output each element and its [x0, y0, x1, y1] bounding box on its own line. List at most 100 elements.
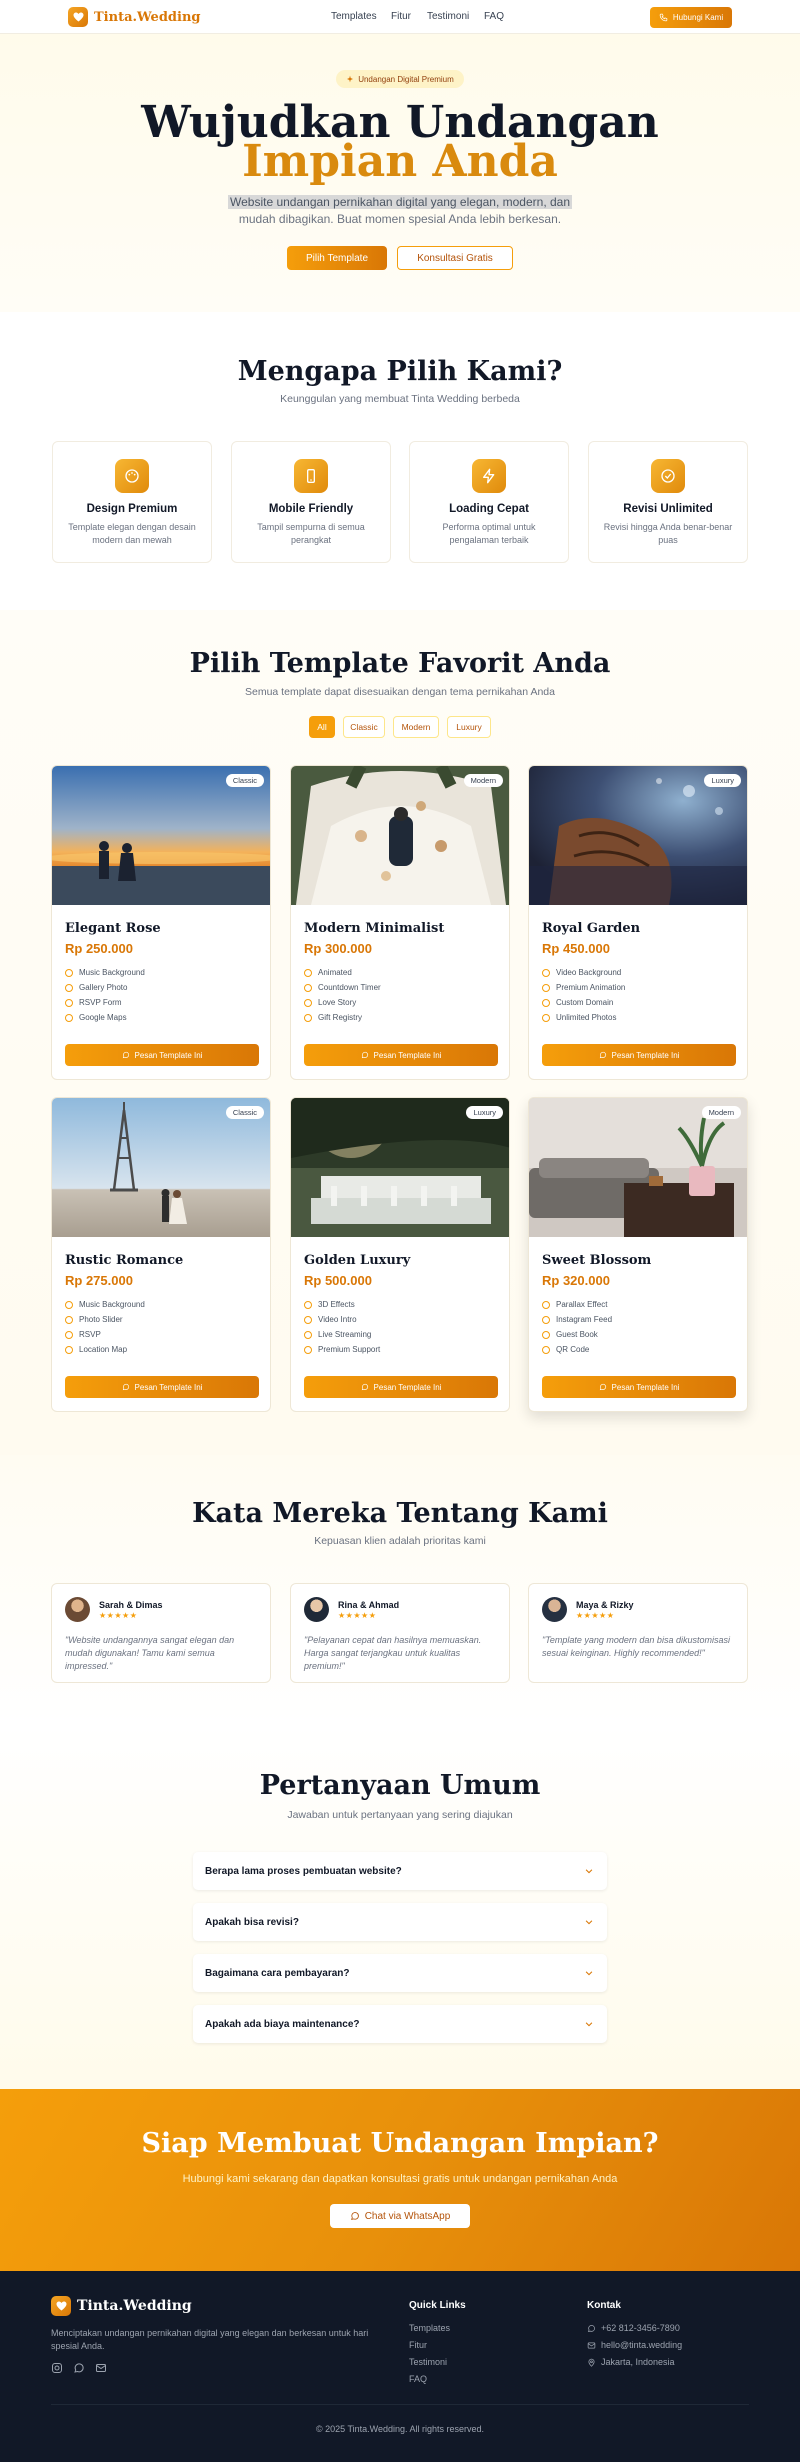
order-template-button[interactable]: Pesan Template Ini: [65, 1044, 259, 1066]
template-feature: RSVP: [65, 1327, 270, 1342]
check-icon: [65, 1300, 73, 1309]
check-icon: [542, 1300, 550, 1309]
instagram-icon[interactable]: [51, 2362, 63, 2374]
template-price: Rp 250.000: [65, 941, 133, 956]
check-icon: [542, 1330, 550, 1339]
footer-link-templates[interactable]: Templates: [409, 2323, 450, 2333]
heart-icon: [68, 7, 88, 27]
feature-desc: Performa optimal untuk pengalaman terbai…: [442, 522, 536, 545]
feature-title: Revisi Unlimited: [623, 503, 713, 515]
map-pin-icon: [588, 2358, 595, 2367]
star-rating-icon: ★★★★★: [99, 1611, 138, 1620]
order-template-button[interactable]: Pesan Template Ini: [542, 1376, 736, 1398]
chat-icon: [361, 1051, 368, 1059]
template-image: Classic: [52, 1098, 270, 1237]
order-template-button[interactable]: Pesan Template Ini: [542, 1044, 736, 1066]
template-card-sweet-blossom: Modern Sweet Blossom Rp 320.000 Parallax…: [528, 1097, 748, 1412]
footer-link-fitur[interactable]: Fitur: [409, 2340, 427, 2350]
filter-luxury[interactable]: Luxury: [447, 716, 491, 738]
check-icon: [304, 983, 312, 992]
template-image: Luxury: [529, 766, 747, 905]
free-consult-button[interactable]: Konsultasi Gratis: [397, 246, 513, 270]
check-icon: [65, 1013, 73, 1022]
order-template-button[interactable]: Pesan Template Ini: [304, 1044, 498, 1066]
contact-email[interactable]: hello@tinta.wedding: [587, 2340, 682, 2350]
template-name: Elegant Rose: [65, 921, 161, 936]
footer-link-testimoni[interactable]: Testimoni: [409, 2357, 447, 2367]
chevron-down-icon: [585, 1971, 593, 1976]
feature-title: Design Premium: [86, 503, 178, 515]
testimonial-card: Maya & Rizky ★★★★★ "Template yang modern…: [528, 1583, 748, 1683]
template-feature: Premium Support: [304, 1342, 509, 1357]
faq-item-1[interactable]: Berapa lama proses pembuatan website?: [193, 1852, 607, 1890]
palette-icon: [115, 459, 149, 493]
testimonial-card: Sarah & Dimas ★★★★★ "Website undangannya…: [51, 1583, 271, 1683]
check-icon: [304, 1315, 312, 1324]
template-image: Classic: [52, 766, 270, 905]
template-feature: Unlimited Photos: [542, 1010, 747, 1025]
check-icon: [304, 1300, 312, 1309]
faq-item-4[interactable]: Apakah ada biaya maintenance?: [193, 2005, 607, 2043]
template-price: Rp 320.000: [542, 1273, 610, 1288]
avatar: [542, 1597, 567, 1622]
feature-card-design: Design Premium Template elegan dengan de…: [52, 441, 212, 563]
template-card-golden-luxury: Luxury Golden Luxury Rp 500.000 3D Effec…: [290, 1097, 510, 1412]
contact-button[interactable]: Hubungi Kami: [650, 7, 732, 28]
mail-icon[interactable]: [95, 2362, 107, 2374]
hero-title-line2: Impian Anda: [242, 136, 558, 187]
footer-brand[interactable]: Tinta.Wedding: [51, 2296, 192, 2316]
check-icon: [304, 968, 312, 977]
check-icon: [542, 998, 550, 1007]
faq-item-2[interactable]: Apakah bisa revisi?: [193, 1903, 607, 1941]
social-links: [51, 2362, 107, 2374]
template-image: Modern: [291, 766, 509, 905]
check-circle-icon: [651, 459, 685, 493]
feature-card-loading: Loading Cepat Performa optimal untuk pen…: [409, 441, 569, 563]
testimonial-quote: "Pelayanan cepat dan hasilnya memuaskan.…: [304, 1635, 482, 1671]
whatsapp-button[interactable]: Chat via WhatsApp: [330, 2204, 470, 2228]
order-template-button[interactable]: Pesan Template Ini: [65, 1376, 259, 1398]
testimonial-name: Sarah & Dimas: [99, 1600, 163, 1610]
faq-item-3[interactable]: Bagaimana cara pembayaran?: [193, 1954, 607, 1992]
chat-icon: [122, 1383, 129, 1391]
filter-modern[interactable]: Modern: [393, 716, 439, 738]
chevron-down-icon: [585, 1869, 593, 1874]
nav-link-faq[interactable]: FAQ: [484, 11, 504, 22]
feature-card-revisi: Revisi Unlimited Revisi hingga Anda bena…: [588, 441, 748, 563]
whatsapp-icon[interactable]: [73, 2362, 85, 2374]
star-rating-icon: ★★★★★: [576, 1611, 615, 1620]
check-icon: [65, 1330, 73, 1339]
footer-link-faq[interactable]: FAQ: [409, 2374, 427, 2384]
nav-link-testimoni[interactable]: Testimoni: [427, 11, 469, 22]
feature-desc: Tampil sempurna di semua perangkat: [257, 522, 365, 545]
order-template-button[interactable]: Pesan Template Ini: [304, 1376, 498, 1398]
chevron-down-icon: [585, 2022, 593, 2027]
check-icon: [304, 1330, 312, 1339]
hero-badge: Undangan Digital Premium: [336, 70, 464, 88]
filter-all[interactable]: All: [309, 716, 335, 738]
check-icon: [542, 1315, 550, 1324]
sparkle-icon: [347, 75, 354, 83]
template-price: Rp 450.000: [542, 941, 610, 956]
brand-logo[interactable]: Tinta.Wedding: [68, 7, 201, 27]
filter-classic[interactable]: Classic: [343, 716, 385, 738]
whatsapp-button-label: Chat via WhatsApp: [364, 2210, 451, 2222]
template-feature: Custom Domain: [542, 995, 747, 1010]
template-feature: Instagram Feed: [542, 1312, 747, 1327]
template-feature: Guest Book: [542, 1327, 747, 1342]
features-title: Mengapa Pilih Kami?: [237, 356, 563, 387]
check-icon: [65, 1345, 73, 1354]
chat-icon: [350, 2212, 359, 2220]
nav-link-templates[interactable]: Templates: [331, 11, 377, 22]
check-icon: [542, 983, 550, 992]
template-feature: Countdown Timer: [304, 980, 509, 995]
template-feature: Gallery Photo: [65, 980, 270, 995]
testimonial-name: Maya & Rizky: [576, 1600, 634, 1610]
choose-template-button[interactable]: Pilih Template: [287, 246, 387, 270]
nav-link-fitur[interactable]: Fitur: [391, 11, 411, 22]
contact-phone[interactable]: +62 812-3456-7890: [587, 2323, 680, 2333]
template-category-badge: Classic: [225, 1106, 264, 1119]
chat-icon: [587, 2324, 595, 2332]
template-category-badge: Modern: [701, 1106, 741, 1119]
check-icon: [542, 968, 550, 977]
